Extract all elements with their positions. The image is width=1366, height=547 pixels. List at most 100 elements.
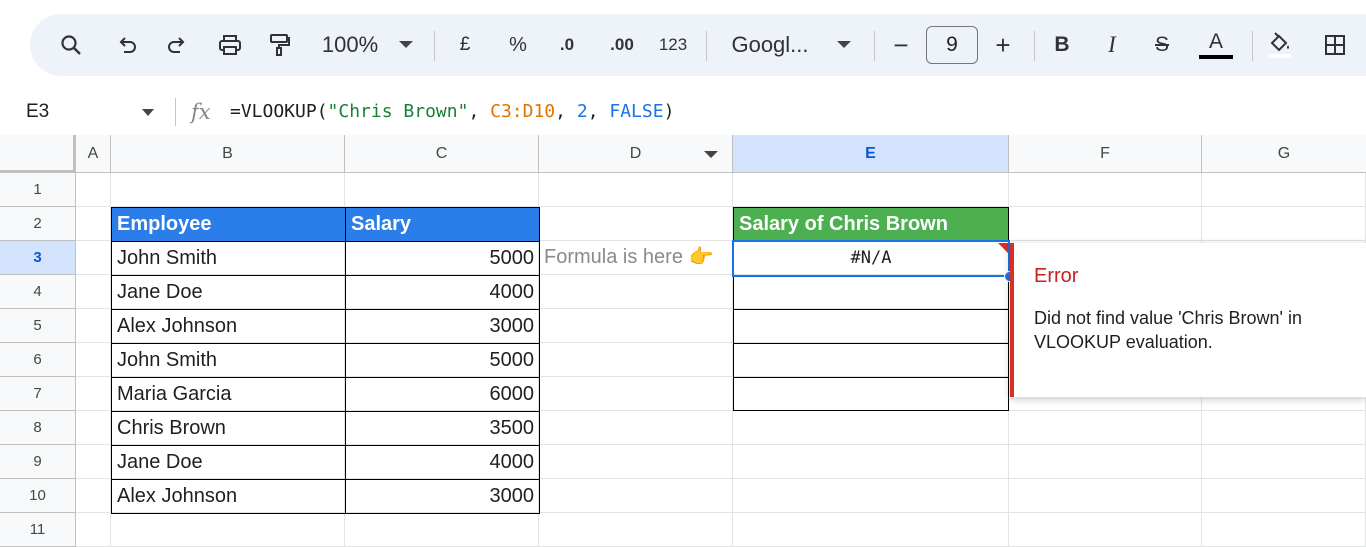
salary-cell[interactable]: 3000 [345, 309, 540, 344]
employee-cell[interactable]: Maria Garcia [111, 377, 346, 412]
grid-cell[interactable] [76, 411, 111, 445]
column-header-a[interactable]: A [76, 135, 111, 173]
font-size-input[interactable]: 9 [926, 26, 978, 64]
grid-cell[interactable] [76, 173, 111, 207]
font-select[interactable]: Googl... [724, 14, 816, 76]
grid-cell[interactable] [1202, 513, 1366, 547]
row-header-8[interactable]: 8 [0, 411, 76, 445]
decrease-decimal-button[interactable]: .0 [550, 14, 584, 76]
grid-cell[interactable] [76, 241, 111, 275]
grid-cell[interactable] [111, 513, 345, 547]
result-header-cell[interactable]: Salary of Chris Brown [733, 207, 1009, 242]
result-empty-cell[interactable] [733, 343, 1009, 378]
employee-cell[interactable]: Alex Johnson [111, 309, 346, 344]
grid-cell[interactable] [1202, 207, 1366, 241]
grid-cell[interactable] [1009, 411, 1202, 445]
grid-cell[interactable] [1202, 173, 1366, 207]
zoom-select[interactable]: 100% [318, 14, 382, 76]
grid-cell[interactable] [76, 309, 111, 343]
salary-cell[interactable]: 3500 [345, 411, 540, 446]
row-header-10[interactable]: 10 [0, 479, 76, 513]
grid-cell[interactable] [539, 309, 733, 343]
employee-cell[interactable]: Chris Brown [111, 411, 346, 446]
name-box[interactable]: E3 [26, 92, 49, 132]
grid-cell[interactable] [1009, 445, 1202, 479]
result-empty-cell[interactable] [733, 309, 1009, 344]
fill-color-icon[interactable] [1262, 14, 1298, 76]
grid-cell[interactable] [733, 173, 1009, 207]
grid-cell[interactable] [1009, 513, 1202, 547]
salary-cell[interactable]: 6000 [345, 377, 540, 412]
employee-cell[interactable]: John Smith [111, 343, 346, 378]
grid-cell[interactable] [1009, 479, 1202, 513]
column-header-e[interactable]: E [733, 135, 1009, 173]
grid-cell[interactable] [1202, 479, 1366, 513]
row-header-2[interactable]: 2 [0, 207, 76, 241]
redo-icon[interactable] [162, 14, 192, 76]
employee-cell[interactable]: John Smith [111, 241, 346, 276]
grid-cell[interactable] [539, 445, 733, 479]
decrease-font-size-button[interactable]: − [888, 14, 914, 76]
grid-cell[interactable] [1009, 207, 1202, 241]
grid-cell[interactable] [539, 479, 733, 513]
grid-cell[interactable] [76, 513, 111, 547]
italic-button[interactable]: I [1098, 14, 1126, 76]
column-d-menu-caret-icon[interactable] [704, 151, 718, 158]
bold-button[interactable]: B [1048, 14, 1076, 76]
grid-cell[interactable] [76, 445, 111, 479]
grid-cell[interactable] [76, 377, 111, 411]
column-header-f[interactable]: F [1009, 135, 1202, 173]
header-salary-cell[interactable]: Salary [345, 207, 540, 242]
zoom-caret-icon[interactable] [398, 14, 414, 76]
row-header-9[interactable]: 9 [0, 445, 76, 479]
row-header-7[interactable]: 7 [0, 377, 76, 411]
employee-cell[interactable]: Alex Johnson [111, 479, 346, 514]
grid-cell[interactable] [539, 207, 733, 241]
select-all-corner[interactable] [0, 135, 76, 173]
currency-format-button[interactable]: £ [452, 14, 478, 76]
column-header-c[interactable]: C [345, 135, 539, 173]
search-menus-icon[interactable] [56, 14, 86, 76]
grid-cell[interactable] [733, 479, 1009, 513]
increase-decimal-button[interactable]: .00 [602, 14, 642, 76]
grid-cell[interactable] [1009, 173, 1202, 207]
grid-cell[interactable] [76, 479, 111, 513]
salary-cell[interactable]: 5000 [345, 343, 540, 378]
column-header-g[interactable]: G [1202, 135, 1366, 173]
increase-font-size-button[interactable]: + [990, 14, 1016, 76]
paint-format-icon[interactable] [264, 14, 294, 76]
grid-cell[interactable] [539, 343, 733, 377]
formula-input[interactable]: =VLOOKUP("Chris Brown", C3:D10, 2, FALSE… [230, 92, 674, 132]
grid-cell[interactable] [76, 207, 111, 241]
row-header-5[interactable]: 5 [0, 309, 76, 343]
grid-cell[interactable] [76, 275, 111, 309]
grid-cell[interactable] [76, 343, 111, 377]
result-empty-cell[interactable] [733, 377, 1009, 411]
header-employee-cell[interactable]: Employee [111, 207, 346, 242]
text-color-button[interactable]: A [1198, 14, 1234, 76]
grid-cell[interactable] [345, 513, 539, 547]
salary-cell[interactable]: 4000 [345, 275, 540, 310]
print-icon[interactable] [214, 14, 246, 76]
row-header-11[interactable]: 11 [0, 513, 76, 547]
grid-cell[interactable] [539, 513, 733, 547]
row-header-4[interactable]: 4 [0, 275, 76, 309]
grid-cell[interactable] [733, 513, 1009, 547]
row-header-1[interactable]: 1 [0, 173, 76, 207]
undo-icon[interactable] [112, 14, 142, 76]
column-header-b[interactable]: B [111, 135, 345, 173]
grid-cell[interactable] [1202, 445, 1366, 479]
borders-icon[interactable] [1320, 14, 1350, 76]
grid-cell[interactable] [539, 275, 733, 309]
more-formats-button[interactable]: 123 [654, 14, 692, 76]
formula-note-cell[interactable]: Formula is here 👉 [539, 241, 733, 275]
grid-cell[interactable] [539, 377, 733, 411]
employee-cell[interactable]: Jane Doe [111, 275, 346, 310]
grid-cell[interactable] [539, 173, 733, 207]
salary-cell[interactable]: 4000 [345, 445, 540, 480]
grid-cell[interactable] [733, 411, 1009, 445]
font-caret-icon[interactable] [836, 14, 852, 76]
strikethrough-button[interactable]: S [1148, 14, 1176, 76]
grid-cell[interactable] [111, 173, 345, 207]
grid-cell[interactable] [1202, 411, 1366, 445]
